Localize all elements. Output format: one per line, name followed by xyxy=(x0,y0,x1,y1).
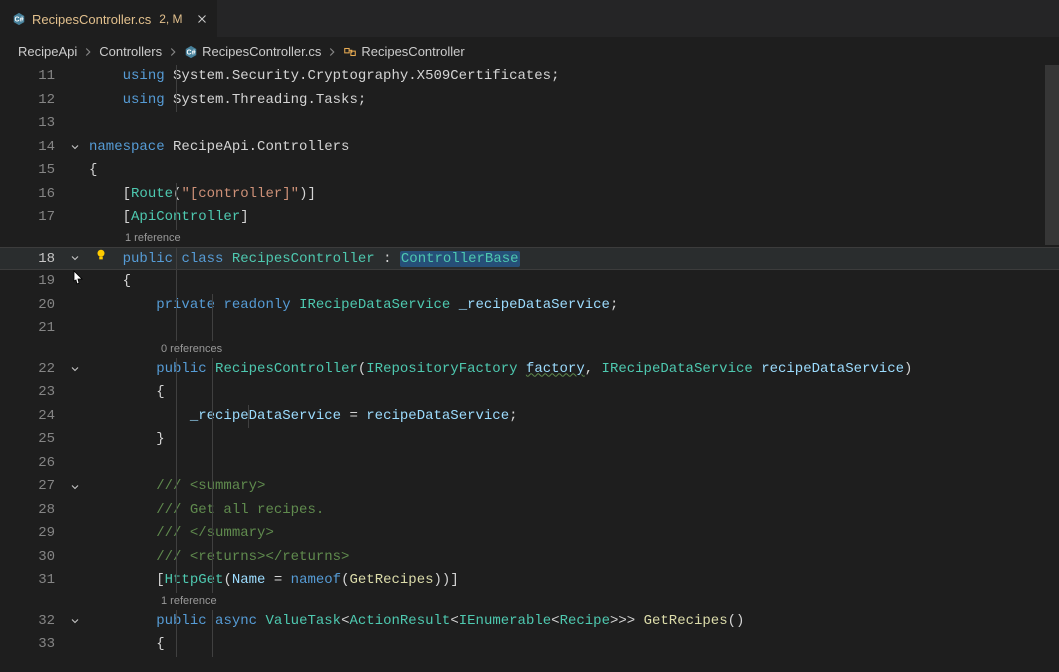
line-number: 32 xyxy=(0,610,65,634)
scrollbar-thumb[interactable] xyxy=(1045,65,1059,245)
svg-text:C#: C# xyxy=(15,17,24,24)
line-number: 33 xyxy=(0,633,65,657)
breadcrumb: RecipeApi Controllers C# RecipesControll… xyxy=(0,38,1059,65)
chevron-down-icon[interactable] xyxy=(65,358,85,382)
codelens-references[interactable]: 0 references xyxy=(0,341,1059,358)
editor-tab[interactable]: C# RecipesController.cs 2, M xyxy=(0,0,217,38)
line-number: 27 xyxy=(0,475,65,499)
csharp-file-icon: C# xyxy=(12,12,26,26)
breadcrumb-item[interactable]: RecipesController xyxy=(343,44,464,59)
tab-filename: RecipesController.cs xyxy=(32,12,151,27)
svg-text:C#: C# xyxy=(187,49,196,56)
chevron-right-icon xyxy=(81,45,95,59)
chevron-down-icon[interactable] xyxy=(65,475,85,499)
line-number: 15 xyxy=(0,159,65,183)
chevron-down-icon[interactable] xyxy=(65,248,85,270)
line-number: 23 xyxy=(0,381,65,405)
codelens-references[interactable]: 1 reference xyxy=(0,593,1059,610)
tab-bar: C# RecipesController.cs 2, M xyxy=(0,0,1059,38)
chevron-down-icon[interactable] xyxy=(65,610,85,634)
chevron-right-icon xyxy=(166,45,180,59)
line-number: 22 xyxy=(0,358,65,382)
breadcrumb-item[interactable]: C# RecipesController.cs xyxy=(184,44,321,59)
line-number: 12 xyxy=(0,89,65,113)
line-number: 18 xyxy=(0,248,65,270)
codelens-references[interactable]: 1 reference xyxy=(0,230,1059,247)
line-number: 31 xyxy=(0,569,65,593)
line-number: 20 xyxy=(0,294,65,318)
line-number: 30 xyxy=(0,546,65,570)
line-number: 14 xyxy=(0,136,65,160)
line-number: 29 xyxy=(0,522,65,546)
line-number: 26 xyxy=(0,452,65,476)
line-number: 28 xyxy=(0,499,65,523)
lightbulb-icon[interactable] xyxy=(92,248,110,262)
breadcrumb-item[interactable]: RecipeApi xyxy=(18,44,77,59)
class-icon xyxy=(343,45,357,59)
breadcrumb-item[interactable]: Controllers xyxy=(99,44,162,59)
chevron-right-icon xyxy=(325,45,339,59)
line-number: 19 xyxy=(0,270,65,294)
vertical-scrollbar[interactable] xyxy=(1045,65,1059,672)
line-number: 16 xyxy=(0,183,65,207)
line-number: 25 xyxy=(0,428,65,452)
chevron-down-icon[interactable] xyxy=(65,136,85,160)
line-number: 13 xyxy=(0,112,65,136)
tab-git-status: 2, M xyxy=(159,12,182,26)
csharp-file-icon: C# xyxy=(184,45,198,59)
line-number: 11 xyxy=(0,65,65,89)
line-number: 17 xyxy=(0,206,65,230)
line-number: 24 xyxy=(0,405,65,429)
close-icon[interactable] xyxy=(195,12,209,26)
selected-symbol: ControllerBase xyxy=(400,251,520,267)
line-number: 21 xyxy=(0,317,65,341)
code-editor[interactable]: 11 using System.Security.Cryptography.X5… xyxy=(0,65,1059,672)
